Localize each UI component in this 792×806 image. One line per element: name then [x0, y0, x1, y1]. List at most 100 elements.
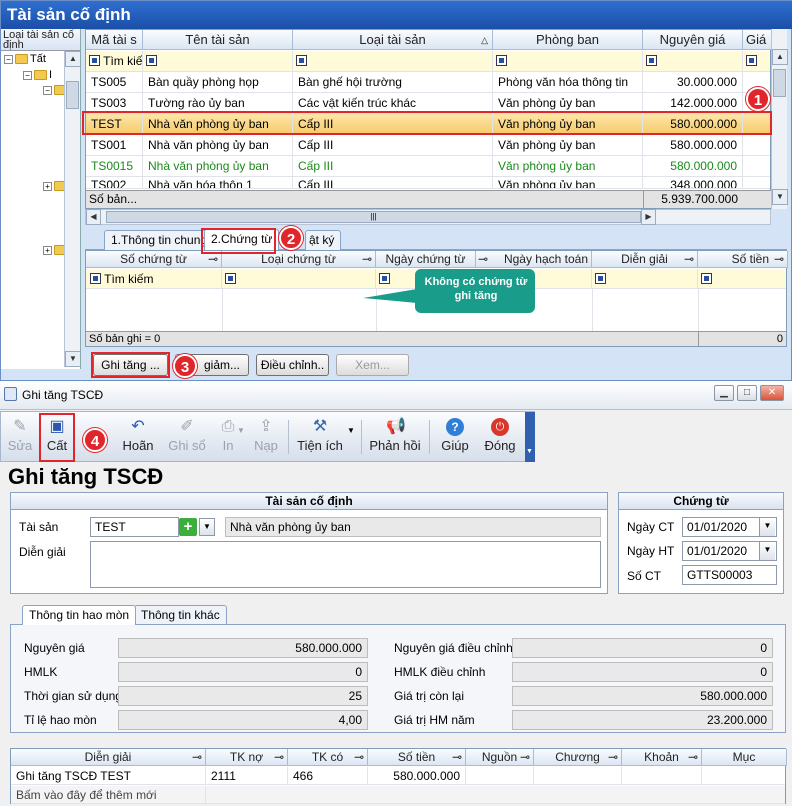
tab-other-info[interactable]: Thông tin khác [134, 605, 227, 625]
filter-cell[interactable] [143, 51, 293, 72]
scroll-down-icon[interactable]: ▼ [772, 189, 788, 205]
asset-code-input[interactable]: TEST [90, 517, 179, 537]
load-button[interactable]: ⇪ Nạp [250, 412, 282, 462]
col-header-item[interactable]: Khoản ⊸ [622, 749, 702, 766]
view-button[interactable]: Xem... [336, 354, 409, 376]
col-header-code[interactable]: Mã tài s [86, 30, 143, 50]
adjust-button[interactable]: Điều chỉnh.. [256, 354, 329, 376]
chevron-down-icon[interactable]: ▼ [237, 426, 245, 435]
filter-cell[interactable] [643, 51, 743, 72]
help-button[interactable]: ? Giúp [437, 412, 473, 462]
chevron-down-icon[interactable]: ▼ [347, 426, 355, 435]
filter-cell[interactable] [743, 51, 772, 72]
minimize-icon[interactable]: ▁ [714, 385, 734, 401]
filter-operator-icon[interactable] [646, 55, 657, 67]
filter-operator-icon[interactable] [701, 273, 712, 285]
calendar-dropdown-icon[interactable]: ▼ [759, 518, 775, 536]
scroll-left-icon[interactable]: ◀ [86, 209, 101, 225]
asset-dropdown-button[interactable]: ▼ [199, 518, 215, 536]
filter-cell-code[interactable]: Tìm kiếm [86, 51, 143, 72]
col-header-description[interactable]: Diễn giải ⊸ [592, 251, 698, 268]
filter-cell[interactable] [222, 269, 376, 289]
pin-icon: ⊸ [607, 750, 618, 764]
filter-operator-icon[interactable] [146, 55, 157, 67]
scroll-down-icon[interactable]: ▼ [65, 351, 80, 367]
remaining-value-label: Giá trị còn lại [394, 689, 465, 703]
edit-button[interactable]: ✎ Sửa [3, 412, 37, 462]
col-header-dept[interactable]: Phòng ban [493, 30, 643, 50]
col-header-debit[interactable]: TK nợ ⊸ [206, 749, 288, 766]
entries-grid: Diễn giải ⊸ TK nợ ⊸ TK có ⊸ Số tiền ⊸ Nguồn ⊸… [10, 748, 787, 804]
section-header: Tài sản cố định [11, 493, 607, 510]
col-header-cost[interactable]: Nguyên giá [643, 30, 743, 50]
record-count-label: Số bản... [89, 192, 138, 206]
filter-operator-icon[interactable] [296, 55, 307, 67]
grid-vscrollbar[interactable]: ▲ ▼ [771, 29, 788, 209]
scroll-thumb[interactable] [66, 81, 79, 109]
col-header-source[interactable]: Nguồn ⊸ [466, 749, 534, 766]
close-button[interactable]: ⏻ Đóng [481, 412, 519, 462]
feedback-button[interactable]: 📢 Phản hồi [367, 412, 423, 462]
post-button[interactable]: ✐ Ghi sổ [166, 412, 208, 462]
dialog-titlebar: Ghi tăng TSCĐ ▁ □ ✕ [0, 381, 792, 410]
grid-footer: Số bản ghi = 0 0 [86, 331, 786, 346]
utilities-button[interactable]: ⚒ Tiện ích [295, 412, 345, 462]
col-header-type[interactable]: Loại tài sản △ [293, 30, 493, 50]
filter-operator-icon[interactable] [496, 55, 507, 67]
table-row[interactable]: TS0015 Nhà văn phòng ủy ban Cấp III Văn … [86, 156, 770, 177]
table-row[interactable]: TS005 Bàn quầy phòng họp Bàn ghế hội trư… [86, 72, 770, 93]
filter-operator-icon[interactable] [89, 55, 100, 67]
filter-operator-icon[interactable] [746, 55, 757, 67]
scroll-thumb[interactable] [773, 69, 786, 97]
tree-node-child[interactable]: − I [23, 69, 52, 81]
tree-node-root[interactable]: − Tất [4, 53, 46, 65]
scroll-thumb[interactable]: ||| [106, 211, 641, 223]
col-header-posting-date[interactable]: ⊸ Ngày hạch toán [476, 251, 592, 268]
annual-depreciation-label: Giá trị HM năm [394, 713, 475, 727]
col-header-chapter[interactable]: Chương ⊸ [534, 749, 622, 766]
col-header-amount[interactable]: Số tiền ⊸ [368, 749, 466, 766]
pin-icon: ⊸ [687, 750, 698, 764]
filter-cell[interactable] [592, 269, 698, 289]
add-icon[interactable]: + [179, 518, 197, 536]
scroll-right-icon[interactable]: ▶ [641, 209, 656, 225]
col-header-credit[interactable]: TK có ⊸ [288, 749, 368, 766]
col-header-value[interactable]: Giá [743, 30, 772, 50]
print-button[interactable]: ⎙ In [213, 412, 243, 462]
col-header-section[interactable]: Mục [702, 749, 787, 766]
filter-cell[interactable] [493, 51, 643, 72]
filter-operator-icon[interactable] [595, 273, 606, 285]
undo-button[interactable]: ↶ Hoãn [119, 412, 157, 462]
cost-adj-label: Nguyên giá điều chỉnh [394, 641, 513, 655]
maximize-icon[interactable]: □ [737, 385, 757, 401]
grid-hscrollbar[interactable]: ◀ ||| ▶ [85, 209, 771, 225]
filter-cell[interactable]: Tìm kiếm [86, 269, 222, 289]
filter-cell[interactable] [698, 269, 788, 289]
toolbar-overflow[interactable]: ▼ [525, 412, 535, 462]
scroll-up-icon[interactable]: ▲ [772, 49, 788, 65]
add-new-row[interactable]: Bấm vào đây để thêm mới [11, 786, 785, 804]
pin-icon: ⊸ [361, 252, 372, 266]
step-badge-1: 1 [746, 87, 770, 111]
col-header-description[interactable]: Diễn giải ⊸ [11, 749, 206, 766]
col-divider [222, 289, 223, 331]
tab-log[interactable]: ật ký [305, 230, 342, 250]
col-header-amount[interactable]: Số tiền ⊸ [698, 251, 788, 268]
table-row[interactable]: TS001 Nhà văn phòng ủy ban Cấp III Văn p… [86, 135, 770, 156]
scroll-up-icon[interactable]: ▲ [65, 51, 80, 67]
tab-depreciation-info[interactable]: Thông tin hao mòn [22, 605, 137, 625]
table-row[interactable]: TS002 Nhà văn hóa thôn 1 Cấp III Văn phò… [86, 177, 770, 189]
col-header-voucher-date[interactable]: Ngày chứng từ [376, 251, 476, 268]
filter-operator-icon[interactable] [90, 273, 101, 285]
voucher-no-input[interactable]: GTTS00003 [682, 565, 777, 585]
tab-general-info[interactable]: 1.Thông tin chung [104, 230, 215, 250]
filter-operator-icon[interactable] [225, 273, 236, 285]
description-input[interactable] [90, 541, 601, 588]
tree-scrollbar[interactable]: ▲ ▼ [64, 51, 80, 367]
filter-cell[interactable] [293, 51, 493, 72]
table-row[interactable]: Ghi tăng TSCĐ TEST 2111 466 580.000.000 [11, 767, 785, 785]
calendar-dropdown-icon[interactable]: ▼ [759, 542, 775, 560]
tools-icon: ⚒ [312, 418, 328, 435]
col-header-name[interactable]: Tên tài sản [143, 30, 293, 50]
close-icon[interactable]: ✕ [760, 385, 784, 401]
